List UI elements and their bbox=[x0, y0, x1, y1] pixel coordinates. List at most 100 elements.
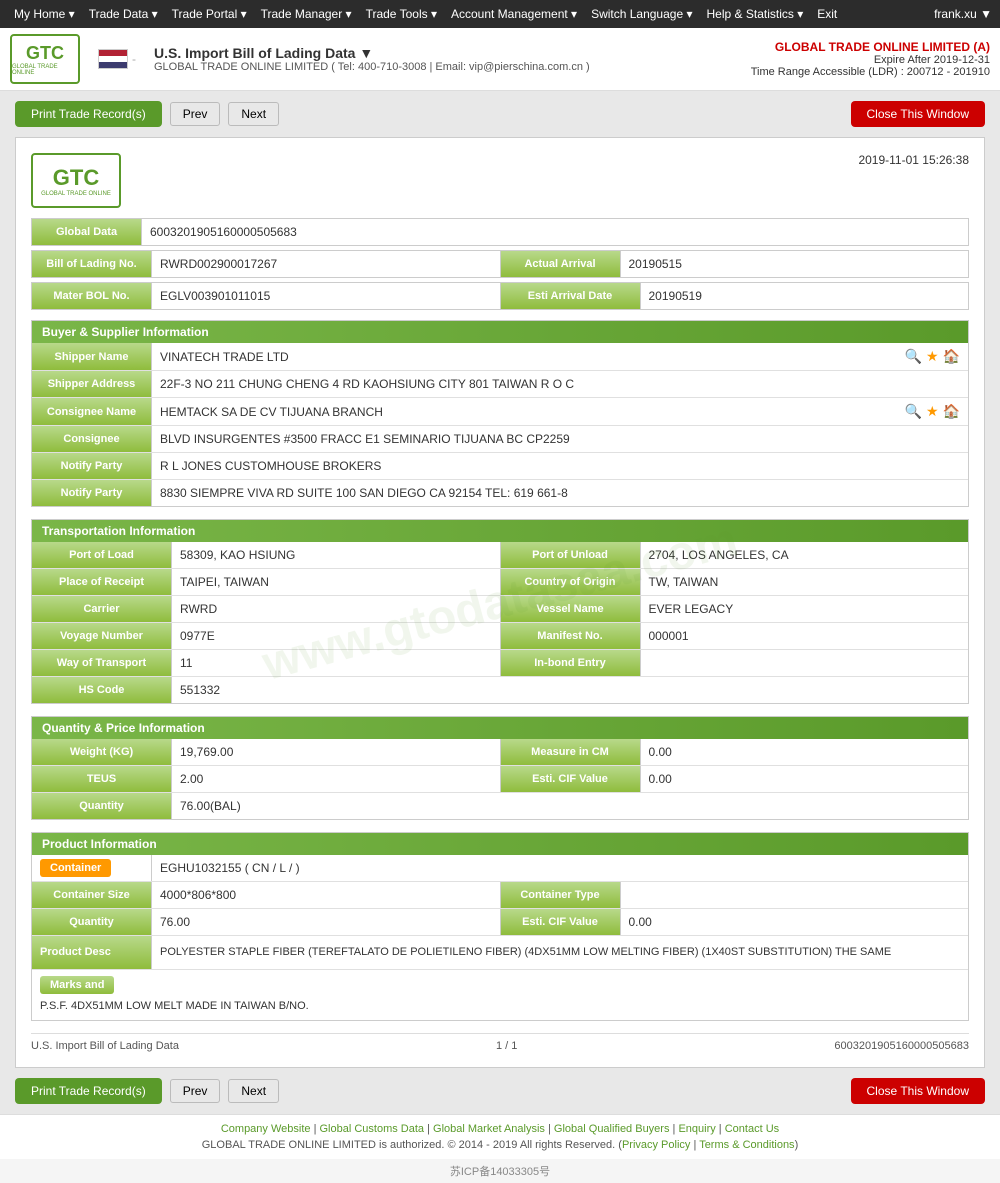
weight-label: Weight (KG) bbox=[32, 739, 172, 765]
shipper-addr-value: 22F-3 NO 211 CHUNG CHENG 4 RD KAOHSIUNG … bbox=[152, 371, 968, 397]
measure-half: Measure in CM 0.00 bbox=[501, 739, 969, 765]
port-row: Port of Load 58309, KAO HSIUNG Port of U… bbox=[32, 542, 968, 569]
esti-arrival-label: Esti Arrival Date bbox=[501, 283, 641, 309]
bol-value: RWRD002900017267 bbox=[152, 251, 500, 277]
nav-language[interactable]: Switch Language ▾ bbox=[585, 3, 698, 25]
voyage-label: Voyage Number bbox=[32, 623, 172, 649]
shipper-addr-row: Shipper Address 22F-3 NO 211 CHUNG CHENG… bbox=[32, 371, 968, 398]
next-button-bottom[interactable]: Next bbox=[228, 1079, 279, 1103]
global-data-row: Global Data 6003201905160000505683 bbox=[31, 218, 969, 246]
footer-company-website[interactable]: Company Website bbox=[221, 1123, 311, 1135]
port-unload-label: Port of Unload bbox=[501, 542, 641, 568]
nav-trademanager[interactable]: Trade Manager ▾ bbox=[255, 3, 358, 25]
consignee-search-icon[interactable]: 🔍 bbox=[905, 403, 922, 420]
port-load-half: Port of Load 58309, KAO HSIUNG bbox=[32, 542, 501, 568]
notify1-row: Notify Party R L JONES CUSTOMHOUSE BROKE… bbox=[32, 453, 968, 480]
manifest-value: 000001 bbox=[641, 623, 969, 649]
carrier-label: Carrier bbox=[32, 596, 172, 622]
print-button-bottom[interactable]: Print Trade Record(s) bbox=[15, 1078, 162, 1104]
consignee-home-icon[interactable]: 🏠 bbox=[943, 403, 960, 420]
footer-privacy[interactable]: Privacy Policy bbox=[622, 1139, 690, 1151]
site-footer: Company Website | Global Customs Data | … bbox=[0, 1114, 1000, 1159]
prev-button-top[interactable]: Prev bbox=[170, 102, 221, 126]
place-receipt-value: TAIPEI, TAIWAN bbox=[172, 569, 500, 595]
doc-datetime: 2019-11-01 15:26:38 bbox=[858, 153, 969, 167]
vessel-value: EVER LEGACY bbox=[641, 596, 969, 622]
nav-tradetools[interactable]: Trade Tools ▾ bbox=[360, 3, 443, 25]
doc-footer-left: U.S. Import Bill of Lading Data bbox=[31, 1040, 179, 1052]
doc-logo: GTC GLOBAL TRADE ONLINE bbox=[31, 153, 121, 208]
username[interactable]: frank.xu ▼ bbox=[934, 7, 992, 21]
transport-section: Transportation Information Port of Load … bbox=[31, 519, 969, 704]
footer-terms[interactable]: Terms & Conditions bbox=[699, 1139, 794, 1151]
notify2-label: Notify Party bbox=[32, 480, 152, 506]
country-origin-half: Country of Origin TW, TAIWAN bbox=[501, 569, 969, 595]
header-bar: GTC GLOBAL TRADE ONLINE - U.S. Import Bi… bbox=[0, 28, 1000, 91]
prev-button-bottom[interactable]: Prev bbox=[170, 1079, 221, 1103]
container-type-label: Container Type bbox=[501, 882, 621, 908]
shipper-star-icon[interactable]: ★ bbox=[926, 348, 939, 365]
footer-market-analysis[interactable]: Global Market Analysis bbox=[433, 1123, 545, 1135]
footer-contact-us[interactable]: Contact Us bbox=[725, 1123, 779, 1135]
vessel-half: Vessel Name EVER LEGACY bbox=[501, 596, 969, 622]
close-button-top[interactable]: Close This Window bbox=[851, 101, 985, 127]
flag-separator: - bbox=[132, 52, 136, 66]
product-section: Product Information Container EGHU103215… bbox=[31, 832, 969, 1021]
consignee-label: Consignee bbox=[32, 426, 152, 452]
carrier-row: Carrier RWRD Vessel Name EVER LEGACY bbox=[32, 596, 968, 623]
marks-value: P.S.F. 4DX51MM LOW MELT MADE IN TAIWAN B… bbox=[32, 1000, 968, 1020]
notify2-value: 8830 SIEMPRE VIVA RD SUITE 100 SAN DIEGO… bbox=[152, 480, 968, 506]
nav-account[interactable]: Account Management ▾ bbox=[445, 3, 583, 25]
nav-help[interactable]: Help & Statistics ▾ bbox=[701, 3, 810, 25]
nav-tradedata[interactable]: Trade Data ▾ bbox=[83, 3, 164, 25]
place-row: Place of Receipt TAIPEI, TAIWAN Country … bbox=[32, 569, 968, 596]
port-load-label: Port of Load bbox=[32, 542, 172, 568]
top-navigation: My Home ▾ Trade Data ▾ Trade Portal ▾ Tr… bbox=[0, 0, 1000, 28]
shipper-search-icon[interactable]: 🔍 bbox=[905, 348, 922, 365]
bol-row: Bill of Lading No. RWRD002900017267 Actu… bbox=[31, 250, 969, 278]
esti-cif-half: Esti. CIF Value 0.00 bbox=[501, 766, 969, 792]
footer-enquiry[interactable]: Enquiry bbox=[678, 1123, 715, 1135]
hscode-label: HS Code bbox=[32, 677, 172, 703]
footer-customs-data[interactable]: Global Customs Data bbox=[320, 1123, 425, 1135]
inbond-half: In-bond Entry bbox=[501, 650, 969, 676]
esti-cif-value: 0.00 bbox=[641, 766, 969, 792]
nav-exit[interactable]: Exit bbox=[811, 3, 843, 25]
consignee-name-row: Consignee Name HEMTACK SA DE CV TIJUANA … bbox=[32, 398, 968, 426]
us-flag bbox=[98, 49, 128, 69]
consignee-star-icon[interactable]: ★ bbox=[926, 403, 939, 420]
notify1-label: Notify Party bbox=[32, 453, 152, 479]
manifest-half: Manifest No. 000001 bbox=[501, 623, 969, 649]
shipper-home-icon[interactable]: 🏠 bbox=[943, 348, 960, 365]
esti-cif2-label: Esti. CIF Value bbox=[501, 909, 621, 935]
site-title[interactable]: U.S. Import Bill of Lading Data ▼ bbox=[154, 45, 590, 61]
print-button-top[interactable]: Print Trade Record(s) bbox=[15, 101, 162, 127]
port-load-value: 58309, KAO HSIUNG bbox=[172, 542, 500, 568]
shipper-name-row: Shipper Name VINATECH TRADE LTD 🔍 ★ 🏠 bbox=[32, 343, 968, 371]
buyer-section-header: Buyer & Supplier Information bbox=[32, 321, 968, 343]
container-value: EGHU1032155 ( CN / L / ) bbox=[152, 855, 968, 881]
carrier-value: RWRD bbox=[172, 596, 500, 622]
close-button-bottom[interactable]: Close This Window bbox=[851, 1078, 985, 1104]
transport-half: Way of Transport 11 bbox=[32, 650, 501, 676]
qty-value: 76.00(BAL) bbox=[172, 793, 968, 819]
bottom-print-bar: Print Trade Record(s) Prev Next Close Th… bbox=[15, 1078, 985, 1104]
transport-label: Way of Transport bbox=[32, 650, 172, 676]
container-badge: Container bbox=[40, 859, 111, 877]
transport-row: Way of Transport 11 In-bond Entry bbox=[32, 650, 968, 677]
header-company: GLOBAL TRADE ONLINE LIMITED (A) bbox=[751, 40, 990, 54]
port-unload-half: Port of Unload 2704, LOS ANGELES, CA bbox=[501, 542, 969, 568]
country-origin-label: Country of Origin bbox=[501, 569, 641, 595]
qty-label: Quantity bbox=[32, 793, 172, 819]
shipper-addr-label: Shipper Address bbox=[32, 371, 152, 397]
header-timerange: Time Range Accessible (LDR) : 200712 - 2… bbox=[751, 66, 990, 78]
doc-footer-page: 1 / 1 bbox=[496, 1040, 517, 1052]
weight-row: Weight (KG) 19,769.00 Measure in CM 0.00 bbox=[32, 739, 968, 766]
next-button-top[interactable]: Next bbox=[228, 102, 279, 126]
bol-label: Bill of Lading No. bbox=[32, 251, 152, 277]
footer-qualified-buyers[interactable]: Global Qualified Buyers bbox=[554, 1123, 670, 1135]
nav-tradeportal[interactable]: Trade Portal ▾ bbox=[166, 3, 253, 25]
actual-arrival-half: Actual Arrival 20190515 bbox=[501, 251, 969, 277]
header-expire: Expire After 2019-12-31 bbox=[751, 54, 990, 66]
nav-myhome[interactable]: My Home ▾ bbox=[8, 3, 81, 25]
